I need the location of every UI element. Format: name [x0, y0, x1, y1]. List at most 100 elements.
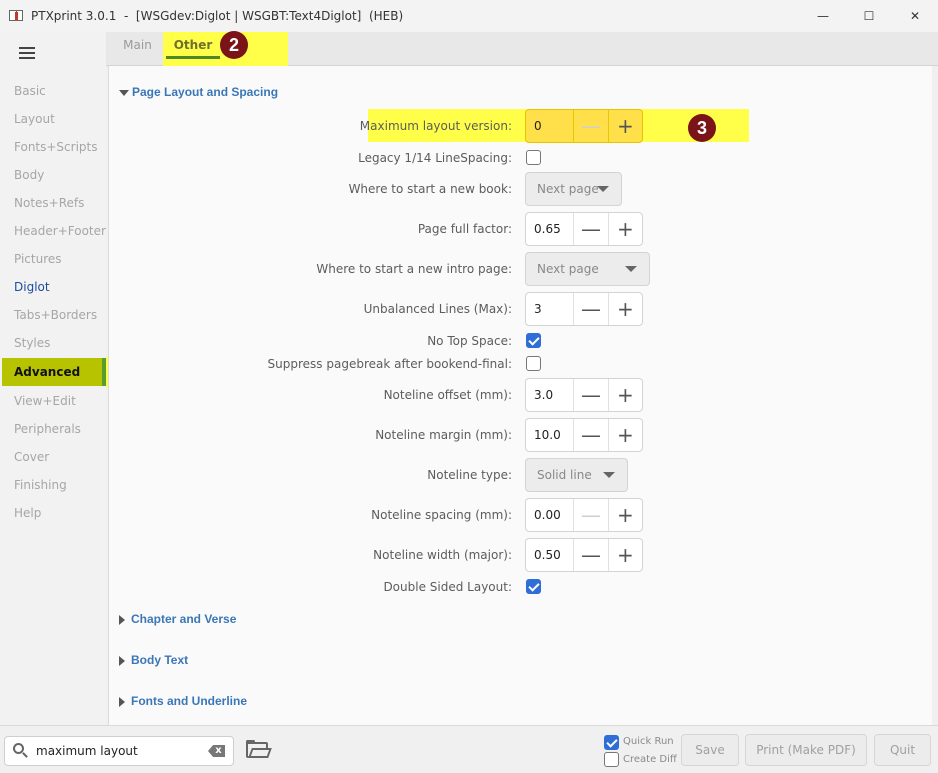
- window-title: PTXprint 3.0.1 - [WSGdev:Diglot | WSGBT:…: [31, 9, 404, 23]
- quick-run-checkbox[interactable]: [604, 735, 619, 750]
- unbalanced-lines-value[interactable]: 3: [526, 293, 573, 325]
- create-diff-label: Create Diff: [623, 754, 677, 765]
- sidebar-item-help[interactable]: Help: [2, 499, 106, 527]
- sidebar-item-advanced[interactable]: Advanced: [2, 358, 106, 386]
- noteline-offset-value[interactable]: 3.0: [526, 379, 573, 411]
- sidebar-item-peripherals[interactable]: Peripherals: [2, 415, 106, 443]
- sidebar-item-header-footer[interactable]: Header+Footer: [2, 217, 106, 245]
- title-bar: PTXprint 3.0.1 - [WSGdev:Diglot | WSGBT:…: [0, 0, 938, 32]
- sidebar-item-body[interactable]: Body: [2, 161, 106, 189]
- print-make-pdf-button[interactable]: Print (Make PDF): [745, 734, 867, 766]
- sidebar-item-view-edit[interactable]: View+Edit: [2, 387, 106, 415]
- tab-other[interactable]: Other: [166, 32, 220, 66]
- sidebar: Basic Layout Fonts+Scripts Body Notes+Re…: [0, 32, 106, 727]
- legacy-linespacing-label: Legacy 1/14 LineSpacing:: [358, 151, 512, 165]
- chevron-down-icon: [625, 266, 637, 272]
- create-diff-checkbox[interactable]: [604, 752, 619, 767]
- chevron-down-icon: [603, 472, 615, 478]
- increment-button[interactable]: +: [607, 539, 642, 571]
- decrement-button[interactable]: —: [573, 379, 607, 411]
- start-intro-page-value: Next page: [537, 262, 599, 276]
- search-icon: [13, 743, 28, 758]
- page-full-factor-label: Page full factor:: [417, 222, 512, 236]
- sidebar-item-finishing[interactable]: Finishing: [2, 471, 106, 499]
- suppress-pagebreak-label: Suppress pagebreak after bookend-final:: [267, 357, 512, 371]
- search-value[interactable]: maximum layout: [36, 744, 138, 758]
- increment-button[interactable]: +: [607, 213, 642, 245]
- sidebar-item-pictures[interactable]: Pictures: [2, 245, 106, 273]
- noteline-type-dropdown[interactable]: Solid line: [525, 458, 628, 492]
- increment-button[interactable]: +: [607, 419, 642, 451]
- decrement-button[interactable]: —: [573, 499, 607, 531]
- page-full-factor-spinner[interactable]: 0.65 — +: [525, 212, 643, 246]
- quit-button[interactable]: Quit: [874, 734, 931, 766]
- start-new-book-dropdown[interactable]: Next page: [525, 172, 622, 206]
- unbalanced-lines-spinner[interactable]: 3 — +: [525, 292, 643, 326]
- expand-arrow-icon: [119, 696, 125, 707]
- noteline-spacing-spinner[interactable]: 0.00 — +: [525, 498, 643, 532]
- noteline-offset-spinner[interactable]: 3.0 — +: [525, 378, 643, 412]
- double-sided-checkbox[interactable]: [526, 579, 541, 594]
- minimize-button[interactable]: —: [800, 0, 846, 32]
- start-intro-page-dropdown[interactable]: Next page: [525, 252, 650, 286]
- increment-button[interactable]: +: [607, 110, 642, 142]
- increment-button[interactable]: +: [607, 379, 642, 411]
- quick-run-label: Quick Run: [623, 736, 674, 747]
- settings-panel: Page Layout and Spacing Maximum layout v…: [108, 66, 932, 725]
- noteline-width-spinner[interactable]: 0.50 — +: [525, 538, 643, 572]
- sidebar-item-notes-refs[interactable]: Notes+Refs: [2, 189, 106, 217]
- decrement-button[interactable]: —: [573, 213, 607, 245]
- noteline-margin-label: Noteline margin (mm):: [375, 428, 512, 442]
- decrement-button[interactable]: —: [573, 110, 607, 142]
- double-sided-label: Double Sided Layout:: [383, 580, 512, 594]
- search-input[interactable]: maximum layout x: [4, 736, 234, 766]
- start-new-book-label: Where to start a new book:: [348, 182, 512, 196]
- expand-arrow-icon: [119, 614, 125, 625]
- decrement-button[interactable]: —: [573, 419, 607, 451]
- noteline-margin-spinner[interactable]: 10.0 — +: [525, 418, 643, 452]
- max-layout-spinner[interactable]: 0 — +: [525, 109, 643, 143]
- legacy-linespacing-checkbox[interactable]: [526, 150, 541, 165]
- page-full-factor-value[interactable]: 0.65: [526, 213, 573, 245]
- no-top-space-checkbox[interactable]: [526, 333, 541, 348]
- clear-search-icon[interactable]: x: [208, 745, 225, 757]
- close-button[interactable]: ✕: [892, 0, 938, 32]
- no-top-space-label: No Top Space:: [427, 334, 512, 348]
- sidebar-item-diglot[interactable]: Diglot: [2, 273, 106, 301]
- noteline-offset-label: Noteline offset (mm):: [383, 388, 512, 402]
- sidebar-item-fonts-scripts[interactable]: Fonts+Scripts: [2, 133, 106, 161]
- save-button[interactable]: Save: [681, 734, 739, 766]
- decrement-button[interactable]: —: [573, 293, 607, 325]
- suppress-pagebreak-checkbox[interactable]: [526, 356, 541, 371]
- noteline-spacing-value[interactable]: 0.00: [526, 499, 573, 531]
- expand-arrow-icon: [119, 655, 125, 666]
- annotation-badge-3: 3: [688, 114, 716, 142]
- section-title: Body Text: [131, 653, 189, 667]
- section-page-layout-spacing[interactable]: Page Layout and Spacing: [119, 83, 278, 101]
- increment-button[interactable]: +: [607, 499, 642, 531]
- tab-main[interactable]: Main: [110, 32, 165, 66]
- hamburger-menu-icon[interactable]: [19, 47, 35, 60]
- noteline-spacing-label: Noteline spacing (mm):: [371, 508, 512, 522]
- section-body-text[interactable]: Body Text: [119, 651, 188, 669]
- section-chapter-verse[interactable]: Chapter and Verse: [119, 610, 236, 628]
- decrement-button[interactable]: —: [573, 539, 607, 571]
- section-fonts-underline[interactable]: Fonts and Underline: [119, 692, 247, 710]
- chevron-down-icon: [597, 186, 609, 192]
- maximize-button[interactable]: ☐: [846, 0, 892, 32]
- sidebar-item-tabs-borders[interactable]: Tabs+Borders: [2, 301, 106, 329]
- max-layout-value[interactable]: 0: [526, 110, 573, 142]
- noteline-margin-value[interactable]: 10.0: [526, 419, 573, 451]
- sidebar-item-cover[interactable]: Cover: [2, 443, 106, 471]
- open-folder-icon[interactable]: [246, 740, 272, 760]
- start-new-book-value: Next page: [537, 182, 599, 196]
- sidebar-item-styles[interactable]: Styles: [2, 329, 106, 357]
- sidebar-item-layout[interactable]: Layout: [2, 105, 106, 133]
- max-layout-label: Maximum layout version:: [359, 119, 512, 133]
- noteline-width-value[interactable]: 0.50: [526, 539, 573, 571]
- section-title: Page Layout and Spacing: [132, 85, 279, 99]
- unbalanced-lines-label: Unbalanced Lines (Max):: [363, 302, 512, 316]
- sidebar-item-basic[interactable]: Basic: [2, 77, 106, 105]
- increment-button[interactable]: +: [607, 293, 642, 325]
- start-intro-page-label: Where to start a new intro page:: [316, 262, 512, 276]
